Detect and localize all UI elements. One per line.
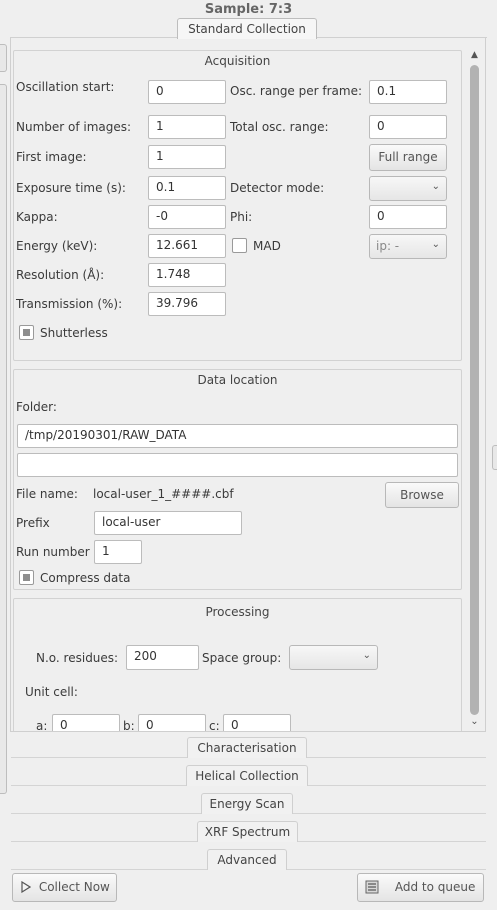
kappa-input[interactable]: -0: [148, 205, 226, 229]
space-group-label: Space group:: [202, 651, 282, 665]
shutterless-label: Shutterless: [40, 326, 108, 340]
compress-data-checkbox[interactable]: [19, 570, 34, 585]
scrollbar-thumb[interactable]: [470, 65, 479, 715]
unit-cell-label: Unit cell:: [25, 685, 78, 699]
right-edge-handle: [492, 445, 497, 470]
play-triangle-icon: [21, 880, 32, 894]
a-label: a:: [36, 719, 48, 731]
folder-secondary-input[interactable]: [17, 453, 458, 477]
chevron-down-icon: ⌄: [431, 181, 440, 192]
tab-xrf-spectrum[interactable]: XRF Spectrum: [197, 821, 298, 842]
full-range-button[interactable]: Full range: [369, 144, 447, 171]
prefix-label: Prefix: [16, 516, 50, 530]
num-images-input[interactable]: 1: [148, 115, 226, 139]
add-to-queue-label: Add to queue: [394, 880, 476, 894]
detector-mode-label: Detector mode:: [230, 181, 325, 195]
collect-now-label: Collect Now: [38, 880, 110, 894]
first-image-input[interactable]: 1: [148, 145, 226, 169]
tab-standard-collection[interactable]: Standard Collection: [177, 18, 317, 39]
b-label: b:: [123, 719, 135, 731]
total-osc-input[interactable]: 0: [369, 115, 447, 139]
folder-input[interactable]: /tmp/20190301/RAW_DATA: [17, 424, 458, 448]
processing-clip: Processing N.o. residues: 200 Space grou…: [11, 596, 465, 731]
energy-input[interactable]: 12.661: [148, 234, 226, 258]
osc-range-label: Osc. range per frame:: [230, 84, 363, 98]
chevron-down-icon: ⌄: [431, 239, 440, 250]
browse-button[interactable]: Browse: [385, 482, 459, 508]
tab-characterisation[interactable]: Characterisation: [187, 737, 307, 758]
vertical-scrollbar[interactable]: ▲ ⌄: [467, 50, 482, 730]
run-number-input[interactable]: 1: [94, 540, 142, 564]
add-to-queue-button[interactable]: Add to queue: [357, 873, 484, 902]
first-image-label: First image:: [16, 150, 87, 164]
exposure-label: Exposure time (s):: [16, 181, 126, 195]
resolution-label: Resolution (Å):: [16, 268, 105, 282]
prefix-input[interactable]: local-user: [94, 511, 242, 535]
scroll-down-arrow-icon[interactable]: ⌄: [469, 716, 480, 728]
folder-label: Folder:: [16, 400, 57, 414]
a-input[interactable]: 0: [52, 714, 120, 731]
collect-now-button[interactable]: Collect Now: [12, 873, 117, 902]
ip-value: ip: -: [376, 239, 400, 253]
osc-range-input[interactable]: 0.1: [369, 80, 447, 104]
file-name-label: File name:: [16, 487, 78, 501]
num-images-label: Number of images:: [16, 120, 132, 134]
queue-list-icon: [365, 880, 379, 894]
mad-checkbox[interactable]: [232, 238, 247, 253]
c-input[interactable]: 0: [223, 714, 291, 731]
phi-label: Phi:: [230, 210, 253, 224]
transmission-label: Transmission (%):: [16, 297, 123, 311]
residues-label: N.o. residues:: [36, 651, 119, 665]
acquisition-title: Acquisition: [204, 54, 271, 68]
c-label: c:: [209, 719, 220, 731]
space-group-select[interactable]: ⌄: [289, 645, 378, 670]
left-edge-tab[interactable]: [0, 44, 7, 72]
detector-mode-select[interactable]: ⌄: [369, 176, 447, 201]
file-name-value: local-user_1_####.cbf: [93, 487, 234, 501]
chevron-down-icon: ⌄: [362, 650, 371, 661]
ip-select[interactable]: ip: - ⌄: [369, 234, 447, 259]
tab-energy-scan[interactable]: Energy Scan: [201, 793, 293, 814]
data-location-title: Data location: [197, 373, 278, 387]
energy-label: Energy (keV):: [16, 239, 98, 253]
left-edge-tab[interactable]: [0, 84, 7, 794]
b-input[interactable]: 0: [138, 714, 206, 731]
tab-helical-collection[interactable]: Helical Collection: [186, 765, 308, 786]
phi-input[interactable]: 0: [369, 205, 447, 229]
osc-start-input[interactable]: 0: [148, 80, 226, 104]
residues-input[interactable]: 200: [126, 645, 199, 670]
osc-start-label: Oscillation start:: [16, 80, 115, 94]
mad-label: MAD: [253, 239, 281, 253]
total-osc-label: Total osc. range:: [230, 120, 329, 134]
resolution-input[interactable]: 1.748: [148, 263, 226, 287]
exposure-input[interactable]: 0.1: [148, 176, 226, 200]
scroll-up-arrow-icon[interactable]: ▲: [469, 50, 480, 62]
sample-label: Sample: 7:3: [204, 2, 293, 17]
compress-data-label: Compress data: [40, 571, 131, 585]
run-number-label: Run number: [16, 545, 90, 559]
tab-advanced[interactable]: Advanced: [207, 849, 287, 870]
shutterless-checkbox[interactable]: [19, 325, 34, 340]
transmission-input[interactable]: 39.796: [148, 292, 226, 316]
kappa-label: Kappa:: [16, 210, 58, 224]
processing-title: Processing: [205, 605, 270, 619]
